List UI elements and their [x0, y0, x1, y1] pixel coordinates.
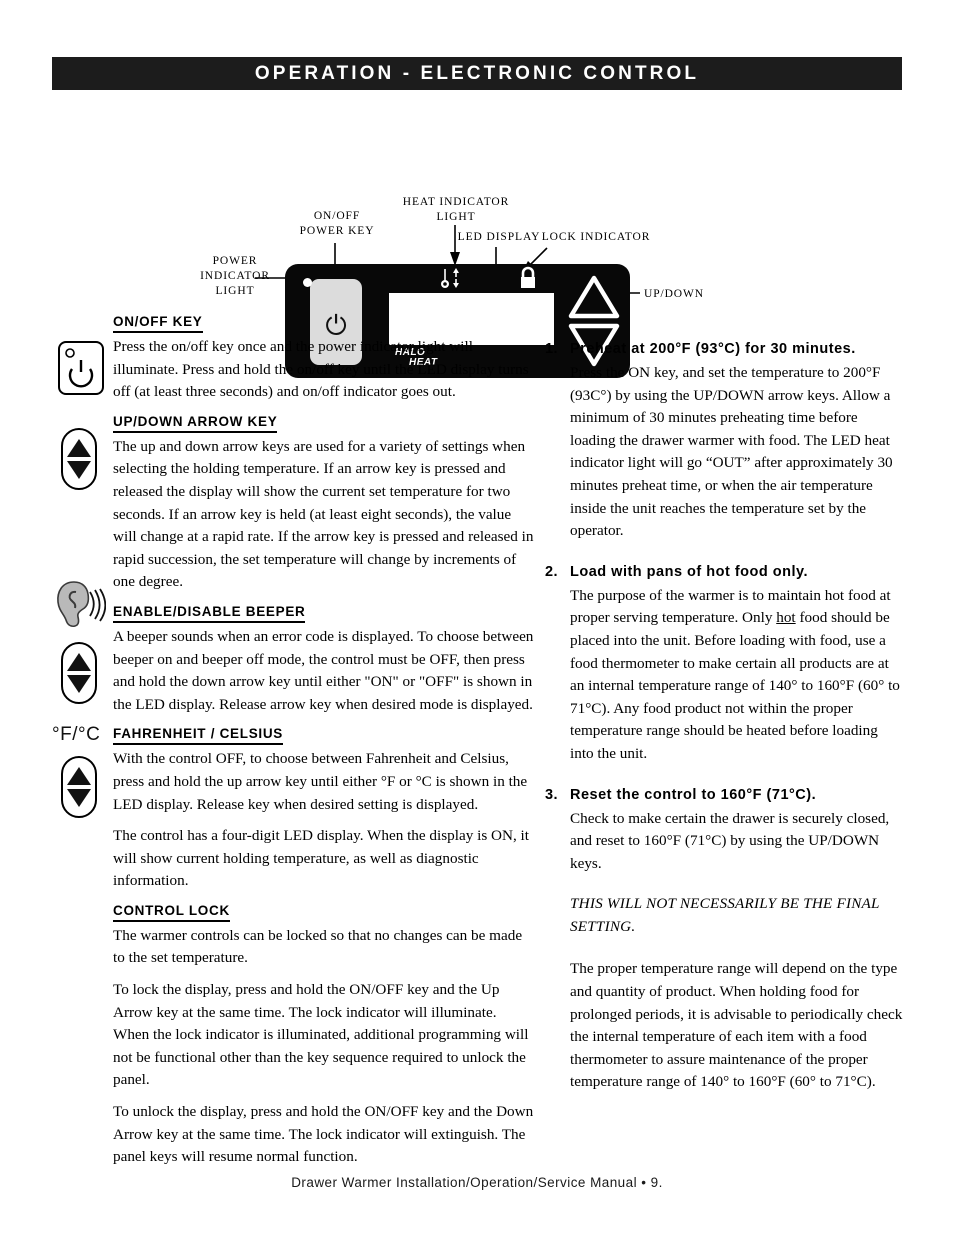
step-item-3: 3. Reset the control to 160°F (71°C). Ch… — [545, 784, 903, 878]
step-paragraph: Press the ON key, and set the temperatur… — [570, 364, 893, 540]
step-title: Load with pans of hot food only. — [570, 563, 809, 580]
step-number: 3. — [545, 786, 558, 803]
section-paragraph: The up and down arrow keys are used for … — [113, 437, 534, 591]
section-paragraph: A beeper sounds when an error code is di… — [113, 627, 534, 713]
step-paragraph: The purpose of the warmer is to maintain… — [570, 585, 903, 766]
section-control-lock: CONTROL LOCK The warmer controls can be … — [113, 902, 535, 1169]
step-item-2: 2. Load with pans of hot food only. The … — [545, 561, 903, 768]
callout-on-off-power-key: ON/OFF POWER KEY — [299, 210, 375, 237]
ear-icon — [57, 581, 106, 628]
step-paragraph-part2: food should be placed into the unit. Bef… — [570, 609, 900, 762]
up-down-arrow-key-icon — [61, 428, 97, 490]
section-heading-on-off-key: ON/OFF KEY — [113, 314, 203, 333]
section-paragraph: The warmer controls can be locked so tha… — [113, 926, 523, 967]
section-heading-enable-disable-beeper: ENABLE/DISABLE BEEPER — [113, 604, 306, 623]
left-column: ON/OFF KEY Press the on/off key once and… — [113, 313, 535, 1171]
section-enable-disable-beeper: ENABLE/DISABLE BEEPER A beeper sounds wh… — [113, 603, 535, 716]
callout-up-down: UP/DOWN — [644, 288, 704, 300]
section-fahrenheit-celsius: FAHRENHEIT / CELSIUS With the control OF… — [113, 725, 535, 893]
section-on-off-key: ON/OFF KEY Press the on/off key once and… — [113, 313, 535, 404]
italic-note: THIS WILL NOT NECESSARILY BE THE FINAL S… — [570, 895, 880, 935]
page-footer: Drawer Warmer Installation/Operation/Ser… — [291, 1175, 663, 1190]
callout-heat-indicator-light: HEAT INDICATOR LIGHT — [402, 196, 510, 223]
page-title: OPERATION - ELECTRONIC CONTROL — [254, 62, 700, 84]
section-paragraph: With the control OFF, to choose between … — [113, 750, 528, 813]
section-paragraph: To unlock the display, press and hold th… — [113, 1103, 534, 1166]
section-heading-fahrenheit-celsius: FAHRENHEIT / CELSIUS — [113, 726, 284, 746]
callout-power-indicator-light: POWER INDICATOR LIGHT — [200, 255, 270, 297]
section-heading-control-lock: CONTROL LOCK — [113, 903, 230, 922]
heat-indicator-icon — [441, 268, 459, 288]
step-paragraph: Check to make certain the drawer is secu… — [570, 809, 890, 872]
section-paragraph: Press the on/off key once and the power … — [113, 338, 529, 401]
up-down-arrow-key-icon-units — [61, 756, 97, 818]
section-heading-up-down-arrow-key: UP/DOWN ARROW KEY — [113, 414, 278, 433]
closing-paragraph: The proper temperature range will depend… — [570, 960, 903, 1091]
section-up-down-arrow-key: UP/DOWN ARROW KEY The up and down arrow … — [113, 413, 535, 594]
section-paragraph: To lock the display, press and hold the … — [113, 981, 529, 1089]
up-arrow-key — [568, 275, 620, 319]
fahrenheit-celsius-icon: °F/°C — [52, 724, 101, 745]
step-item-1: 1. Preheat at 200°F (93°C) for 30 minute… — [545, 338, 903, 545]
control-panel-diagram: POWER INDICATOR LIGHT ON/OFF POWER KEY HEAT… — [0, 95, 954, 378]
callout-lock-indicator: LOCK INDICATOR — [541, 231, 651, 243]
power-indicator-light — [303, 278, 312, 287]
lock-indicator-icon — [521, 266, 535, 288]
right-column: 1. Preheat at 200°F (93°C) for 30 minute… — [545, 338, 903, 1094]
step-number: 2. — [545, 563, 558, 580]
step-paragraph-underlined: hot — [776, 609, 796, 627]
step-title: Preheat at 200°F (93°C) for 30 minutes. — [570, 341, 856, 357]
callout-led-display: LED DISPLAY — [457, 231, 541, 243]
step-title: Reset the control to 160°F (71°C). — [570, 786, 817, 803]
power-key-icon — [58, 341, 104, 395]
page-title-bar: OPERATION - ELECTRONIC CONTROL — [52, 57, 902, 90]
up-down-arrow-key-icon-beeper — [61, 642, 97, 704]
section-paragraph: The control has a four-digit LED display… — [113, 827, 530, 890]
step-number: 1. — [545, 341, 558, 357]
